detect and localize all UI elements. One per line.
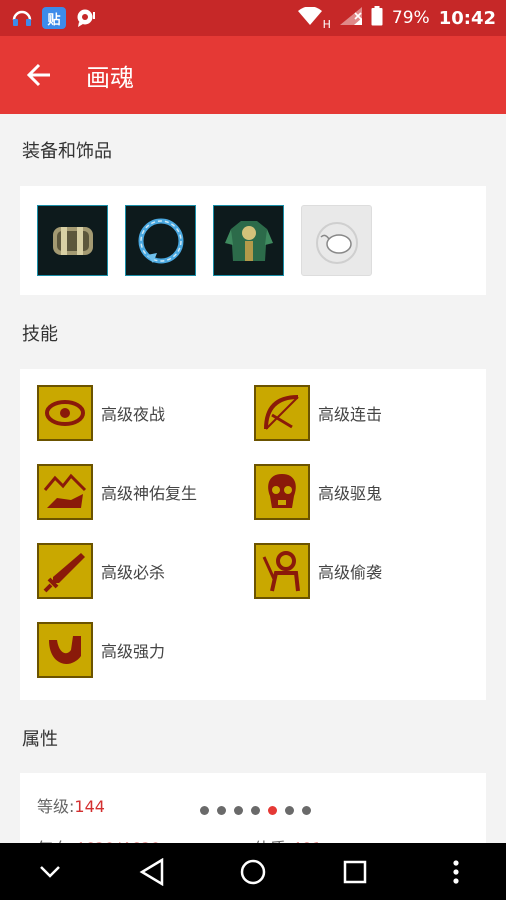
headset-notification-icon xyxy=(10,7,34,29)
skill-item[interactable]: 高级强力 xyxy=(37,622,165,678)
skill-label: 高级偷袭 xyxy=(318,563,383,582)
sword-icon xyxy=(43,553,85,593)
nav-back-button[interactable] xyxy=(122,843,182,900)
navigation-bar xyxy=(0,843,506,900)
nav-collapse-button[interactable] xyxy=(20,843,80,900)
clock: 10:42 xyxy=(438,7,496,29)
equipment-card xyxy=(20,186,486,295)
triangle-back-icon xyxy=(139,857,163,886)
skills-card: 高级夜战 高级连击 高级神佑复生 高级驱鬼 高级必杀 高级偷袭 高级强力 xyxy=(20,369,486,700)
nav-recents-button[interactable] xyxy=(325,843,385,900)
equip-slot-armor[interactable] xyxy=(213,205,284,276)
page-dot xyxy=(217,806,226,815)
page-dot xyxy=(234,806,243,815)
page-dot xyxy=(302,806,311,815)
page-dot xyxy=(285,806,294,815)
back-button[interactable] xyxy=(0,36,78,114)
battery-percent: 79% xyxy=(391,8,430,28)
page-title: 画魂 xyxy=(86,63,134,92)
attributes-section-title: 属性 xyxy=(22,729,58,750)
arm-icon xyxy=(49,636,81,664)
skill-item[interactable]: 高级驱鬼 xyxy=(254,464,382,520)
skill-label: 高级神佑复生 xyxy=(101,484,198,503)
tieba-notification-icon: 贴 xyxy=(42,7,66,29)
skull-icon xyxy=(268,474,296,508)
nav-home-button[interactable] xyxy=(223,843,283,900)
empty-slot-icon xyxy=(315,221,358,264)
bow-icon xyxy=(264,395,299,430)
equip-slot-bracer[interactable] xyxy=(37,205,108,276)
battery-icon xyxy=(371,5,383,31)
square-recents-icon xyxy=(343,860,366,883)
skill-label: 高级必杀 xyxy=(101,563,166,582)
bracer-icon xyxy=(52,226,93,255)
app-bar: 画魂 xyxy=(0,36,506,114)
figure-icon xyxy=(262,551,300,592)
arrow-left-icon xyxy=(26,63,50,87)
eye-icon xyxy=(45,400,85,426)
equip-slot-empty[interactable] xyxy=(301,205,372,276)
signal-icon xyxy=(339,6,362,30)
skill-item[interactable]: 高级偷袭 xyxy=(254,543,382,599)
ring-icon xyxy=(138,218,183,263)
skill-label: 高级强力 xyxy=(101,642,166,661)
equipment-section-title: 装备和饰品 xyxy=(22,141,112,162)
page-dot xyxy=(268,806,277,815)
wifi-icon xyxy=(297,5,322,30)
page-dot xyxy=(251,806,260,815)
skill-label: 高级夜战 xyxy=(101,405,166,424)
skill-item[interactable]: 高级必杀 xyxy=(37,543,165,599)
more-vertical-icon xyxy=(453,859,459,884)
skill-item[interactable]: 高级连击 xyxy=(254,385,382,441)
status-bar: 贴 H 79% 10:42 xyxy=(0,0,506,36)
attr-level: 等级:144 xyxy=(37,793,105,817)
chevron-down-icon xyxy=(40,865,60,878)
skill-item[interactable]: 高级夜战 xyxy=(37,385,165,441)
attr-level-value: 144 xyxy=(74,797,105,816)
page-indicator xyxy=(200,806,311,815)
network-type-label: H xyxy=(322,17,331,31)
mountain-beast-icon xyxy=(43,473,87,508)
nav-menu-button[interactable] xyxy=(426,843,486,900)
equip-slot-ring[interactable] xyxy=(125,205,196,276)
circle-home-icon xyxy=(240,859,266,884)
armor-icon xyxy=(224,220,273,261)
page-dot xyxy=(200,806,209,815)
chat-notification-icon xyxy=(74,7,98,29)
skill-label: 高级驱鬼 xyxy=(318,484,383,503)
skills-section-title: 技能 xyxy=(22,324,58,345)
skill-label: 高级连击 xyxy=(318,405,383,424)
attr-level-label: 等级: xyxy=(37,797,75,816)
skill-item[interactable]: 高级神佑复生 xyxy=(37,464,197,520)
